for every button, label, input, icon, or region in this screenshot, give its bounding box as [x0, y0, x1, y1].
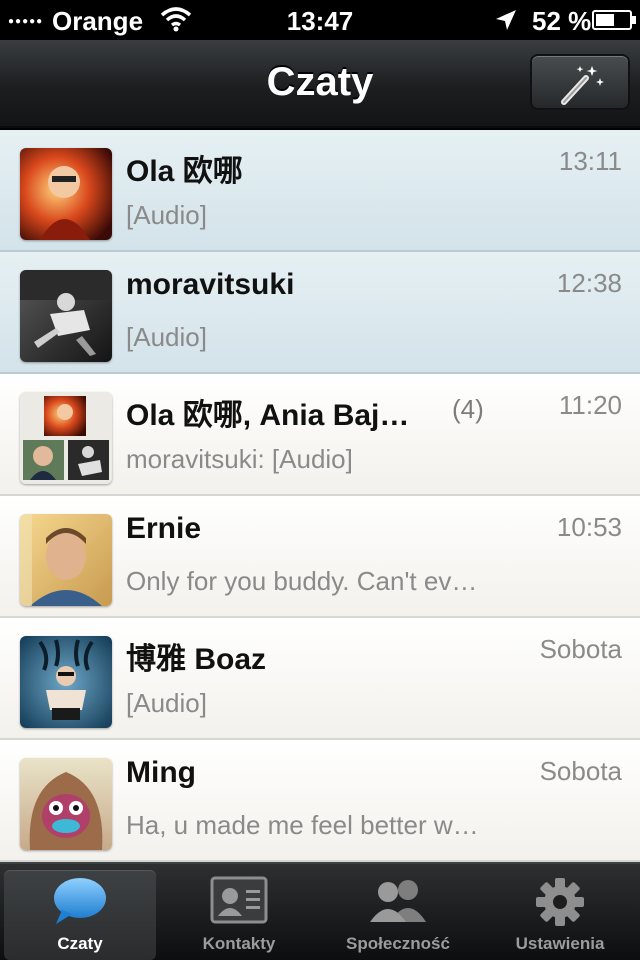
chat-time: Sobota: [539, 634, 622, 664]
tab-label: Czaty: [57, 934, 103, 953]
chat-preview: Ha, u made me feel better w…: [126, 810, 479, 840]
chat-preview: [Audio]: [126, 322, 207, 352]
chat-preview: moravitsuki: [Audio]: [126, 444, 353, 474]
chat-preview: Only for you buddy. Can't ev…: [126, 566, 478, 596]
chat-preview: [Audio]: [126, 688, 207, 718]
chat-list[interactable]: Ola 欧哪 13:11 [Audio] moravitsuki 12:38 […: [0, 130, 640, 862]
contact-card-icon: [210, 876, 268, 924]
chat-row-boaz[interactable]: 博雅 Boaz Sobota [Audio]: [0, 618, 640, 740]
chat-name: Ola 欧哪: [126, 155, 243, 188]
avatar: [20, 636, 112, 728]
chat-row-moravitsuki[interactable]: moravitsuki 12:38 [Audio]: [0, 252, 640, 374]
tab-kontakty[interactable]: Kontakty: [163, 870, 315, 960]
status-bar: ●●●●● Orange 13:47 52 %: [0, 0, 640, 40]
speech-bubble-icon: [54, 878, 106, 924]
chat-time: 11:20: [558, 390, 622, 420]
chat-name: 博雅 Boaz: [126, 643, 267, 676]
location-arrow-icon: [496, 10, 516, 30]
tab-ustawienia[interactable]: Ustawienia: [484, 870, 636, 960]
chat-time: 10:53: [556, 512, 622, 542]
people-icon: [370, 880, 426, 922]
chat-row-group[interactable]: Ola 欧哪, Ania Baj… (4) 11:20 moravitsuki:…: [0, 374, 640, 496]
chat-preview: [Audio]: [126, 200, 207, 230]
gear-icon: [536, 878, 584, 926]
chat-name: Ming: [126, 756, 196, 789]
chat-row-ola[interactable]: Ola 欧哪 13:11 [Audio]: [0, 130, 640, 252]
chat-row-ernie[interactable]: Ernie 10:53 Only for you buddy. Can't ev…: [0, 496, 640, 618]
chat-time: 13:11: [558, 146, 622, 176]
chat-name: Ernie: [126, 512, 202, 545]
magic-wand-icon: [561, 66, 604, 105]
avatar: [20, 270, 112, 362]
participant-count: (4): [452, 394, 484, 424]
chat-time: 12:38: [556, 268, 622, 298]
tab-spolecznosc[interactable]: Społeczność: [322, 870, 474, 960]
group-avatar: [20, 392, 112, 484]
chat-time: Sobota: [539, 756, 622, 786]
magic-wand-button[interactable]: [530, 54, 630, 110]
battery-percentage: 52 %: [532, 6, 592, 36]
tab-label: Ustawienia: [515, 934, 605, 953]
avatar: [20, 758, 112, 850]
chat-name: moravitsuki: [126, 268, 295, 301]
tab-bar: Czaty Kontakty Społeczność Ustawienia: [0, 862, 640, 960]
tab-czaty[interactable]: Czaty: [4, 870, 156, 960]
avatar: [20, 514, 112, 606]
navigation-bar: Czaty: [0, 40, 640, 128]
battery-icon: [592, 10, 636, 30]
tab-label: Społeczność: [346, 934, 450, 953]
tab-label: Kontakty: [202, 934, 276, 953]
avatar: [20, 148, 112, 240]
chat-row-ming[interactable]: Ming Sobota Ha, u made me feel better w…: [0, 740, 640, 862]
chat-name: Ola 欧哪, Ania Baj…: [126, 399, 410, 432]
